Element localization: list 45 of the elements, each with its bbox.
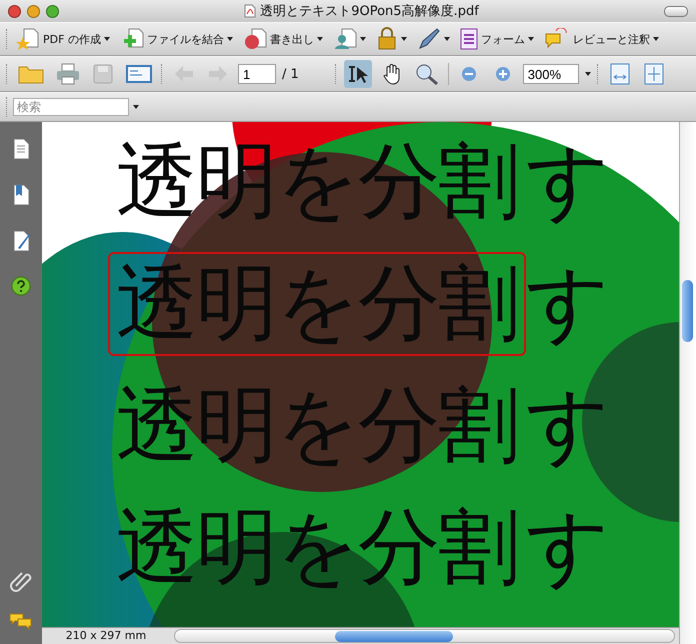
horizontal-scrollbar[interactable] (174, 629, 675, 643)
back-arrow-icon (174, 65, 194, 83)
paperclip-icon[interactable] (10, 570, 32, 592)
document-text: す (526, 380, 608, 472)
minimize-button[interactable] (27, 4, 40, 18)
caret-icon (528, 37, 534, 41)
form-icon (460, 28, 478, 50)
page-size-label: 210 x 297 mm (64, 628, 148, 644)
toolbar-menu-button[interactable]: フォーム (456, 28, 537, 50)
caret-icon (400, 37, 407, 41)
caret-icon (104, 37, 110, 41)
pdf-file-icon (244, 4, 256, 18)
caret-icon (360, 37, 366, 41)
forward-arrow-icon (208, 65, 228, 83)
close-button[interactable] (8, 4, 21, 18)
caret-icon (133, 105, 139, 109)
caret-icon (226, 37, 233, 41)
help-icon[interactable] (11, 276, 31, 296)
caret-icon (444, 37, 450, 41)
caret-icon (584, 72, 591, 76)
caret-icon (316, 37, 323, 41)
toolbar-menu-button[interactable]: ファイルを結合 (116, 27, 236, 51)
window-title: 透明とテキスト9OPon5高解像度.pdf (260, 3, 479, 20)
page-count: / 1 (282, 66, 299, 82)
select-tool-button[interactable] (344, 60, 372, 88)
minus-icon (460, 66, 477, 82)
toolbar-menu-button[interactable]: 書き出し (240, 27, 326, 51)
toolbar-menu-button[interactable]: PDF の作成 (13, 27, 113, 51)
page-number-field[interactable]: 1 (238, 64, 276, 84)
document-person-icon (332, 27, 357, 51)
search-field[interactable]: 検索 (13, 98, 129, 116)
zoom-button[interactable] (46, 4, 59, 18)
document-text: す (526, 502, 608, 594)
pen-icon (416, 27, 441, 51)
caret-icon (652, 37, 659, 41)
document-star-icon (16, 27, 40, 51)
document-text: す (526, 136, 608, 228)
document-text: す (526, 258, 608, 350)
plus-icon (494, 66, 511, 82)
vertical-scrollbar[interactable] (679, 122, 696, 644)
toolbar-toggle-button[interactable] (664, 6, 688, 16)
padlock-icon (376, 27, 398, 51)
zoom-field[interactable]: 300% (522, 64, 579, 84)
comments-icon[interactable] (9, 612, 33, 632)
toolbar-menu-button[interactable]: レビューと注釈 (540, 28, 662, 50)
